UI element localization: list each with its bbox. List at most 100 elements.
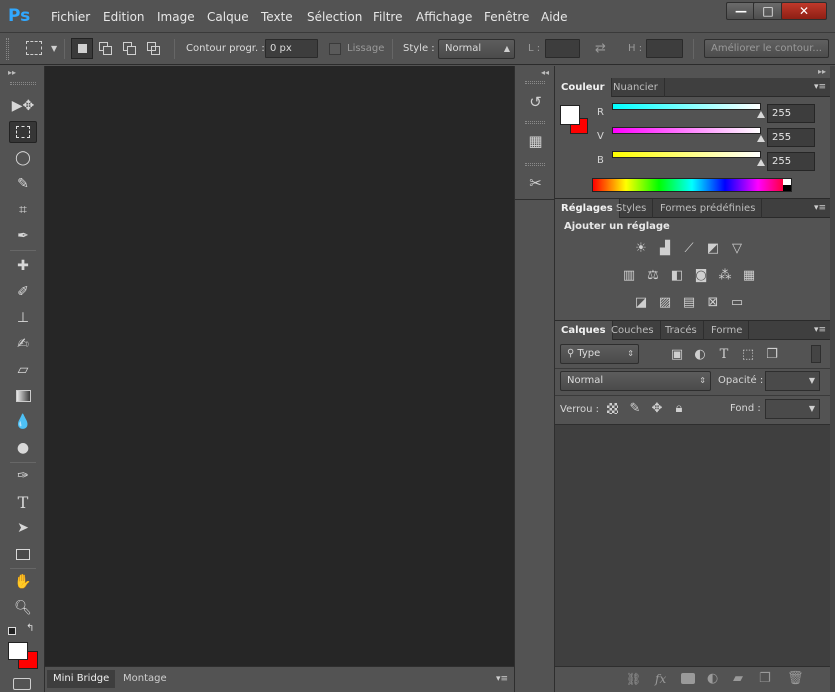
- zoom-tool-icon[interactable]: 🔍︎: [9, 597, 37, 619]
- swap-dimensions-icon[interactable]: ⇄: [595, 41, 606, 56]
- lock-position-icon[interactable]: ✥: [647, 399, 667, 417]
- style-select[interactable]: Normal ▲: [438, 39, 515, 59]
- toolbar-grip[interactable]: [10, 82, 36, 85]
- tab-calques[interactable]: Calques: [555, 321, 613, 340]
- threshold-icon[interactable]: ▤: [679, 293, 699, 311]
- height-input[interactable]: [646, 39, 683, 58]
- path-select-tool-icon[interactable]: ➤: [9, 517, 37, 539]
- green-value-input[interactable]: 255: [767, 128, 815, 147]
- blur-tool-icon[interactable]: 💧: [9, 411, 37, 433]
- filter-smart-object-icon[interactable]: ❐: [762, 345, 782, 363]
- app-logo[interactable]: Ps: [8, 4, 34, 28]
- tab-couleur[interactable]: Couleur: [555, 78, 612, 97]
- healing-tool-icon[interactable]: ✚: [9, 255, 37, 277]
- dodge-tool-icon[interactable]: ●: [9, 437, 37, 459]
- filter-type-icon[interactable]: T: [714, 345, 734, 363]
- blend-mode-select[interactable]: Normal ⇕: [560, 371, 711, 391]
- hand-tool-icon[interactable]: ✋: [9, 571, 37, 593]
- swap-colors-icon[interactable]: ↰: [26, 623, 34, 634]
- foreground-color-swatch[interactable]: [8, 642, 28, 660]
- hue-saturation-icon[interactable]: ▥: [619, 266, 639, 284]
- tool-presets-icon[interactable]: ✂: [522, 171, 549, 195]
- menu-edition[interactable]: Edition: [103, 9, 145, 25]
- panel-menu-icon[interactable]: ▾≡: [812, 203, 826, 213]
- history-brush-tool-icon[interactable]: ✍: [9, 333, 37, 355]
- move-tool-icon[interactable]: ▶✥: [9, 95, 37, 117]
- document-canvas[interactable]: [45, 66, 514, 666]
- blue-slider-thumb[interactable]: [757, 159, 765, 166]
- menu-fichier[interactable]: Fichier: [51, 9, 90, 25]
- menu-aide[interactable]: Aide: [541, 9, 568, 25]
- red-value-input[interactable]: 255: [767, 104, 815, 123]
- lock-transparency-icon[interactable]: [607, 403, 618, 414]
- menu-image[interactable]: Image: [157, 9, 195, 25]
- brightness-icon[interactable]: ☀: [631, 239, 651, 257]
- refine-edge-button[interactable]: Améliorer le contour...: [704, 39, 829, 58]
- quick-mask-icon[interactable]: [13, 678, 31, 690]
- menu-filtre[interactable]: Filtre: [373, 9, 402, 25]
- history-panel-icon[interactable]: ↺: [522, 90, 549, 114]
- lock-pixels-icon[interactable]: ✎: [625, 399, 645, 417]
- dock-grip[interactable]: [525, 163, 545, 166]
- selective-color-icon[interactable]: ⊠: [703, 293, 723, 311]
- color-spectrum-bar[interactable]: [592, 178, 792, 192]
- default-colors-icon[interactable]: [8, 627, 16, 635]
- maximize-button[interactable]: □: [753, 2, 783, 20]
- color-balance-icon[interactable]: ⚖: [643, 266, 663, 284]
- black-white-icon[interactable]: ◧: [667, 266, 687, 284]
- vibrance-icon[interactable]: ▽: [727, 239, 747, 257]
- marquee-tool-icon[interactable]: [9, 121, 37, 143]
- tab-montage[interactable]: Montage: [117, 670, 173, 688]
- marquee-preset-icon[interactable]: [26, 41, 42, 55]
- blue-value-input[interactable]: 255: [767, 152, 815, 171]
- add-mask-icon[interactable]: [681, 673, 695, 684]
- dock-grip[interactable]: [525, 121, 545, 124]
- feather-input[interactable]: 0 px: [265, 39, 318, 58]
- intersect-selection-icon[interactable]: [147, 42, 160, 55]
- new-group-icon[interactable]: ▰: [733, 671, 743, 686]
- panel-menu-icon[interactable]: ▾≡: [496, 674, 508, 684]
- properties-panel-icon[interactable]: ▦: [522, 129, 549, 153]
- eraser-tool-icon[interactable]: ▱: [9, 359, 37, 381]
- exposure-icon[interactable]: ◩: [703, 239, 723, 257]
- eyedropper-tool-icon[interactable]: ✒: [9, 225, 37, 247]
- tab-traces[interactable]: Tracés: [659, 321, 704, 340]
- brush-tool-icon[interactable]: ✐: [9, 281, 37, 303]
- quick-select-tool-icon[interactable]: ✎: [9, 173, 37, 195]
- gradient-map-icon[interactable]: ▭: [727, 293, 747, 311]
- filter-shape-icon[interactable]: ⬚: [738, 345, 758, 363]
- delete-layer-icon[interactable]: 🗑︎: [787, 671, 804, 686]
- menu-texte[interactable]: Texte: [261, 9, 293, 25]
- collapse-toolbar-icon[interactable]: ▸▸: [8, 68, 16, 77]
- add-selection-icon[interactable]: [99, 42, 112, 55]
- layer-style-icon[interactable]: fx: [655, 672, 666, 686]
- shape-tool-icon[interactable]: [9, 543, 37, 565]
- layer-filter-select[interactable]: ⚲ Type ⇕: [560, 344, 639, 364]
- panel-menu-icon[interactable]: ▾≡: [812, 325, 826, 335]
- layers-list[interactable]: [555, 424, 830, 666]
- tab-couches[interactable]: Couches: [605, 321, 661, 340]
- menu-selection[interactable]: Sélection: [307, 9, 362, 25]
- menu-calque[interactable]: Calque: [207, 9, 249, 25]
- opacity-input[interactable]: ▼: [765, 371, 820, 391]
- lock-all-icon[interactable]: 🔒︎: [669, 399, 689, 417]
- options-grip[interactable]: [6, 38, 9, 60]
- antialias-checkbox[interactable]: [329, 43, 341, 55]
- tab-formes-predefinies[interactable]: Formes prédéfinies: [654, 199, 763, 218]
- new-selection-button[interactable]: [71, 38, 93, 59]
- green-slider[interactable]: [612, 127, 761, 134]
- close-button[interactable]: ✕: [781, 2, 827, 20]
- tab-mini-bridge[interactable]: Mini Bridge: [47, 670, 116, 688]
- crop-tool-icon[interactable]: ⌗: [9, 199, 37, 221]
- blue-slider[interactable]: [612, 151, 761, 158]
- red-slider[interactable]: [612, 103, 761, 110]
- curves-icon[interactable]: ⟋: [679, 239, 699, 257]
- channel-mixer-icon[interactable]: ⁂: [715, 266, 735, 284]
- lasso-tool-icon[interactable]: ◯: [9, 147, 37, 169]
- levels-icon[interactable]: ▟: [655, 239, 675, 257]
- gradient-tool-icon[interactable]: [9, 385, 37, 407]
- menu-affichage[interactable]: Affichage: [416, 9, 472, 25]
- color-lookup-icon[interactable]: ▦: [739, 266, 759, 284]
- filter-toggle[interactable]: [811, 345, 821, 363]
- expand-panels-icon[interactable]: ◂◂: [541, 68, 549, 77]
